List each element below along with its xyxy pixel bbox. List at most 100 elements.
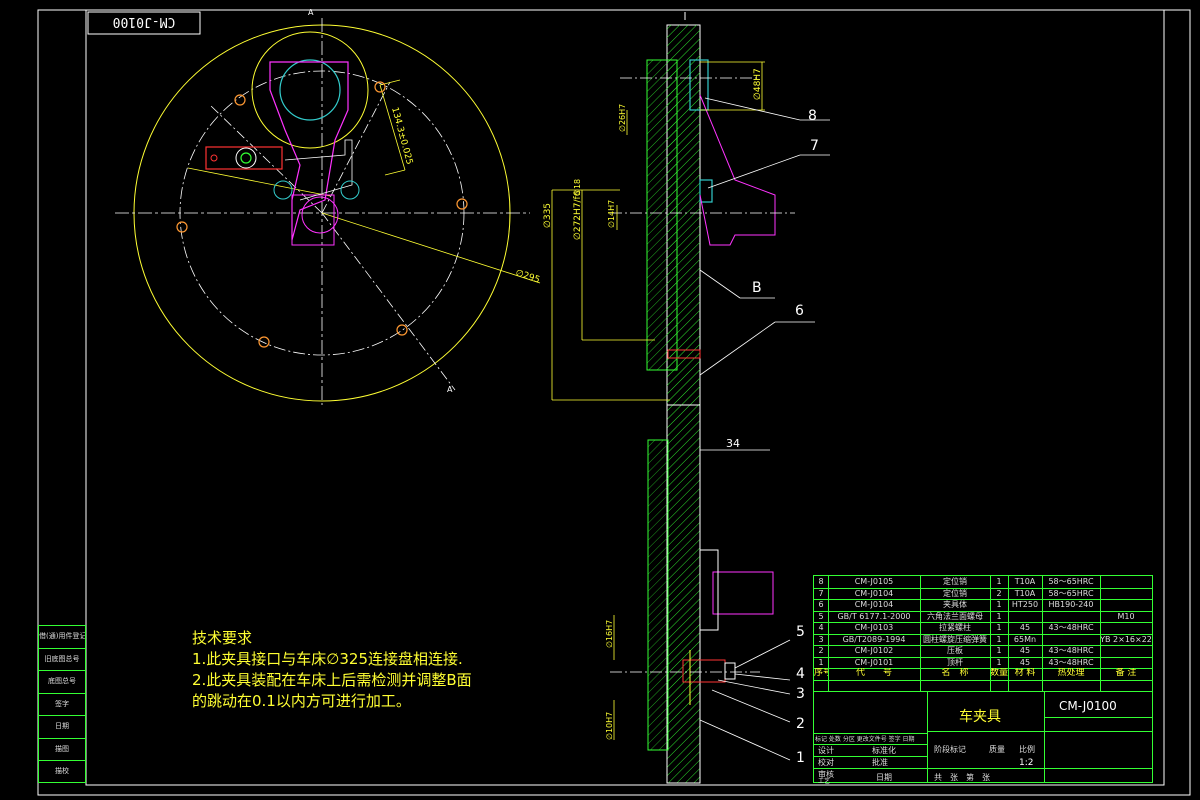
callout-3: 3: [796, 686, 805, 702]
bom-cell-no: 6: [818, 600, 824, 609]
bom-cell-note: [1100, 576, 1152, 588]
bom-cell-qty: 1: [996, 611, 1002, 621]
mark-columns: 标记 处数 分区 更改文件号 签字 日期: [815, 736, 915, 743]
bom-cell-note: 备 注: [1115, 668, 1137, 678]
scale-label: 比例: [1019, 745, 1035, 754]
tech-line-1: 1.此夹具接口与车床∅325连接盘相连接.: [192, 650, 463, 668]
bom-cell-name: 压板: [947, 646, 963, 655]
side-cell: 底图总号: [39, 671, 85, 694]
bom-cell-qty: 1: [996, 623, 1002, 632]
bom-cell-no: 3: [818, 634, 824, 644]
bom-cell-mat: 45: [1019, 657, 1031, 667]
bom-cell-no: 5: [818, 611, 824, 621]
section-mark-bottom: A: [447, 385, 453, 394]
callout-6: 6: [795, 303, 804, 319]
drawing-code-stamp: CM-J0100: [113, 14, 176, 29]
tech-heading: 技术要求: [192, 629, 253, 647]
dim-d26: ∅26H7: [618, 104, 627, 132]
bom-cell-code: CM-J0102: [854, 646, 894, 655]
bom-cell-code: CM-J0104: [854, 588, 894, 598]
bom-cell-note: [1100, 599, 1152, 611]
dim-d18: ∅18: [573, 179, 582, 196]
side-cell: 借(通)用件登记: [39, 626, 85, 649]
bom-cell-mat: 材 料: [1014, 668, 1036, 678]
bom-cell-code: CM-J0103: [854, 623, 894, 632]
bom-cell-mat: 45: [1019, 646, 1031, 655]
bom-cell-heat: 43～48HRC: [1048, 657, 1094, 667]
bom-cell-mat: 45: [1019, 623, 1031, 632]
bom-cell-mat: [1008, 611, 1042, 623]
bom-cell-name: 六角法兰面螺母: [927, 611, 983, 621]
side-cell: 旧底图总号: [39, 649, 85, 671]
dim-34: 34: [726, 437, 740, 450]
bom-cell-mat: HT250: [1011, 600, 1039, 609]
stage-label: 阶段标记: [934, 745, 966, 754]
bom-cell-code: CM-J0104: [854, 600, 894, 609]
bom-cell-qty: 2: [996, 588, 1002, 598]
bom-cell-mat: T10A: [1014, 577, 1036, 586]
bom-cell-heat: 58～65HRC: [1048, 588, 1094, 598]
dim-d14: ∅14H7: [607, 200, 616, 228]
side-cell: 描图: [39, 739, 85, 761]
dim-d335: ∅335: [543, 203, 553, 228]
bom-cell-note: [1100, 657, 1152, 669]
bom-cell-no: 7: [818, 588, 824, 598]
lower-section-view: 34 ∅16H7 ∅10H7 5 4 3 2 1: [605, 404, 805, 784]
tech-line-3: 的跳动在0.1以内方可进行加工。: [192, 692, 411, 710]
callout-7: 7: [810, 138, 819, 154]
bom-cell-heat: 43～48HRC: [1048, 623, 1094, 632]
bom-cell-name: 名 称: [941, 668, 969, 678]
bom-cell-code: CM-J0101: [854, 657, 894, 667]
bom-cell-name: 顶杆: [947, 657, 963, 667]
bom-cell-code: GB/T2089-1994: [842, 634, 906, 644]
bom-cell-qty: 数量: [990, 668, 1008, 678]
bom-cell-code: GB/T 6177.1-2000: [837, 611, 911, 621]
date-label: 日期: [876, 773, 892, 782]
title-text: 车夹具: [959, 709, 1001, 725]
bom-cell-no: 1: [818, 657, 824, 667]
callout-1: 1: [796, 750, 805, 766]
scale-value: 1:2: [1019, 758, 1034, 768]
bom-cell-no: 4: [818, 623, 824, 632]
bom-cell-no: 8: [818, 577, 824, 586]
bom-cell-heat: 43～48HRC: [1048, 646, 1094, 655]
bom-cell-name: 定位销: [943, 588, 967, 598]
bom-cell-heat: 58～65HRC: [1048, 577, 1094, 586]
bom-cell-qty: 1: [996, 600, 1002, 609]
bom-cell-qty: 1: [996, 577, 1002, 586]
section-mark-top: A: [308, 8, 314, 17]
callout-5: 5: [796, 624, 805, 640]
side-cell: 签字: [39, 694, 85, 716]
callout-2: 2: [796, 716, 805, 732]
front-view: ∅295 134.3±0.025 A A: [115, 8, 541, 405]
side-section-view: ∅335 ∅272H7/f6 ∅48H7 ∅26H7 ∅14H7 ∅18 8 7…: [543, 12, 830, 406]
row-label-design: 设计: [818, 746, 834, 755]
bom-cell-note: [1100, 588, 1152, 600]
dim-d272: ∅272H7/f6: [573, 190, 583, 240]
bom-cell-qty: 1: [996, 646, 1002, 655]
callout-8: 8: [808, 108, 817, 124]
dim-d16: ∅16H7: [605, 620, 614, 648]
dim-r134: 134.3±0.025: [389, 106, 414, 166]
bom-cell-mat: 65Mn: [1013, 634, 1037, 644]
bom-cell-heat: 热处理: [1057, 668, 1085, 678]
bom-cell-code: CM-J0105: [854, 577, 894, 586]
callout-4: 4: [796, 666, 805, 682]
dim-d10: ∅10H7: [605, 712, 614, 740]
approve-label: 批准: [872, 758, 888, 767]
side-cell: 描校: [55, 767, 69, 775]
bom-cell-qty: 1: [996, 634, 1002, 644]
bom-cell-note: YB 2×16×22: [1100, 634, 1152, 644]
bom-cell-name: 圆柱螺旋压缩弹簧: [923, 634, 987, 644]
bom-cell-no: 2: [818, 646, 824, 655]
bill-of-materials: 8 CM-J0105 定位销 1 T10A 58～65HRC 7 CM-J0104 定位销 2 T1…: [813, 575, 1153, 785]
callout-B: B: [752, 280, 762, 296]
bom-cell-heat: [1042, 611, 1100, 623]
bom-cell-heat: HB190-240: [1048, 600, 1094, 609]
row-label-process: 工艺: [818, 778, 831, 785]
side-registration-block: 借(通)用件登记 旧底图总号 底图总号 签字 日期 描图 描校: [38, 625, 86, 783]
sheet-label: 共 张 第 张: [934, 773, 990, 782]
bom-cell-note: [1100, 622, 1152, 634]
bom-cell-name: 定位销: [943, 577, 967, 586]
side-cell: 日期: [39, 716, 85, 739]
